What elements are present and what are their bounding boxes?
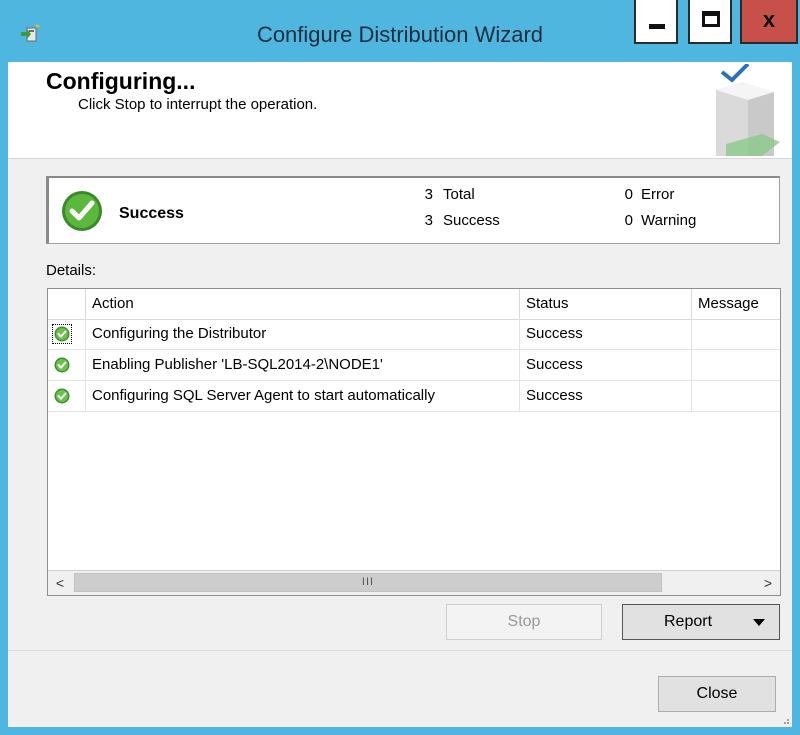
row-status: Success: [520, 381, 692, 411]
table-row[interactable]: Enabling Publisher 'LB-SQL2014-2\NODE1' …: [48, 350, 780, 381]
minimize-button[interactable]: [634, 0, 678, 44]
server-checkmark-graphic: [716, 64, 780, 156]
row-message: [692, 319, 780, 349]
row-action: Enabling Publisher 'LB-SQL2014-2\NODE1': [86, 350, 520, 380]
row-icon-cell: [48, 319, 86, 349]
column-header-action[interactable]: Action: [86, 289, 520, 319]
wizard-header: Configuring... Click Stop to interrupt t…: [8, 62, 792, 159]
success-label: Success: [443, 212, 500, 229]
details-grid[interactable]: Action Status Message Configuring the Di…: [47, 288, 781, 596]
close-window-button[interactable]: x: [740, 0, 798, 44]
maximize-icon: [702, 11, 720, 27]
row-status: Success: [520, 350, 692, 380]
row-icon-cell: [48, 350, 86, 380]
footer-divider: [8, 650, 792, 651]
report-button[interactable]: Report: [622, 604, 780, 640]
row-action: Configuring the Distributor: [86, 319, 520, 349]
maximize-button[interactable]: [688, 0, 732, 44]
resize-grip-icon[interactable]: [780, 715, 790, 725]
scroll-right-button[interactable]: >: [756, 571, 780, 595]
status-summary-panel: Success 3 Total 0 Error 3 Success 0 Warn…: [46, 176, 780, 244]
stop-button[interactable]: Stop: [446, 604, 602, 640]
page-title: Configuring...: [46, 68, 196, 94]
title-bar[interactable]: Configure Distribution Wizard x: [0, 0, 800, 62]
grid-header-icon-column[interactable]: [48, 289, 86, 319]
wizard-client-area: Configuring... Click Stop to interrupt t…: [8, 62, 792, 727]
close-icon: x: [762, 7, 776, 32]
error-label: Error: [641, 186, 675, 203]
column-header-message[interactable]: Message: [692, 289, 780, 319]
summary-status-label: Success: [119, 205, 184, 222]
total-label: Total: [443, 186, 475, 203]
scroll-thumb[interactable]: III: [74, 573, 662, 592]
stop-button-label: Stop: [507, 613, 541, 630]
row-message: [692, 381, 780, 411]
row-action: Configuring SQL Server Agent to start au…: [86, 381, 520, 411]
report-button-label: Report: [663, 613, 713, 630]
page-subtitle: Click Stop to interrupt the operation.: [78, 96, 318, 113]
success-check-icon: [54, 357, 70, 373]
minimize-icon: [649, 24, 665, 29]
success-check-icon: [54, 388, 70, 404]
wizard-window: Configure Distribution Wizard x Configur…: [0, 0, 800, 735]
details-label: Details:: [46, 262, 97, 279]
close-button[interactable]: Close: [658, 676, 776, 712]
error-count: 0: [624, 186, 633, 203]
close-button-label: Close: [696, 685, 738, 702]
column-header-status[interactable]: Status: [520, 289, 692, 319]
table-row[interactable]: Configuring the Distributor Success: [48, 319, 780, 350]
horizontal-scrollbar[interactable]: < III >: [48, 570, 780, 595]
row-status: Success: [520, 319, 692, 349]
success-check-icon: [62, 191, 102, 231]
dropdown-arrow-icon[interactable]: [753, 619, 765, 626]
scroll-left-button[interactable]: <: [48, 571, 72, 595]
window-title: Configure Distribution Wizard: [256, 22, 544, 47]
warning-label: Warning: [641, 212, 697, 229]
grid-header-row: Action Status Message: [48, 289, 780, 320]
row-icon-cell: [48, 381, 86, 411]
warning-count: 0: [624, 212, 633, 229]
row-message: [692, 350, 780, 380]
success-check-icon: [52, 324, 72, 344]
success-count: 3: [424, 212, 433, 229]
total-count: 3: [424, 186, 433, 203]
table-row[interactable]: Configuring SQL Server Agent to start au…: [48, 381, 780, 412]
